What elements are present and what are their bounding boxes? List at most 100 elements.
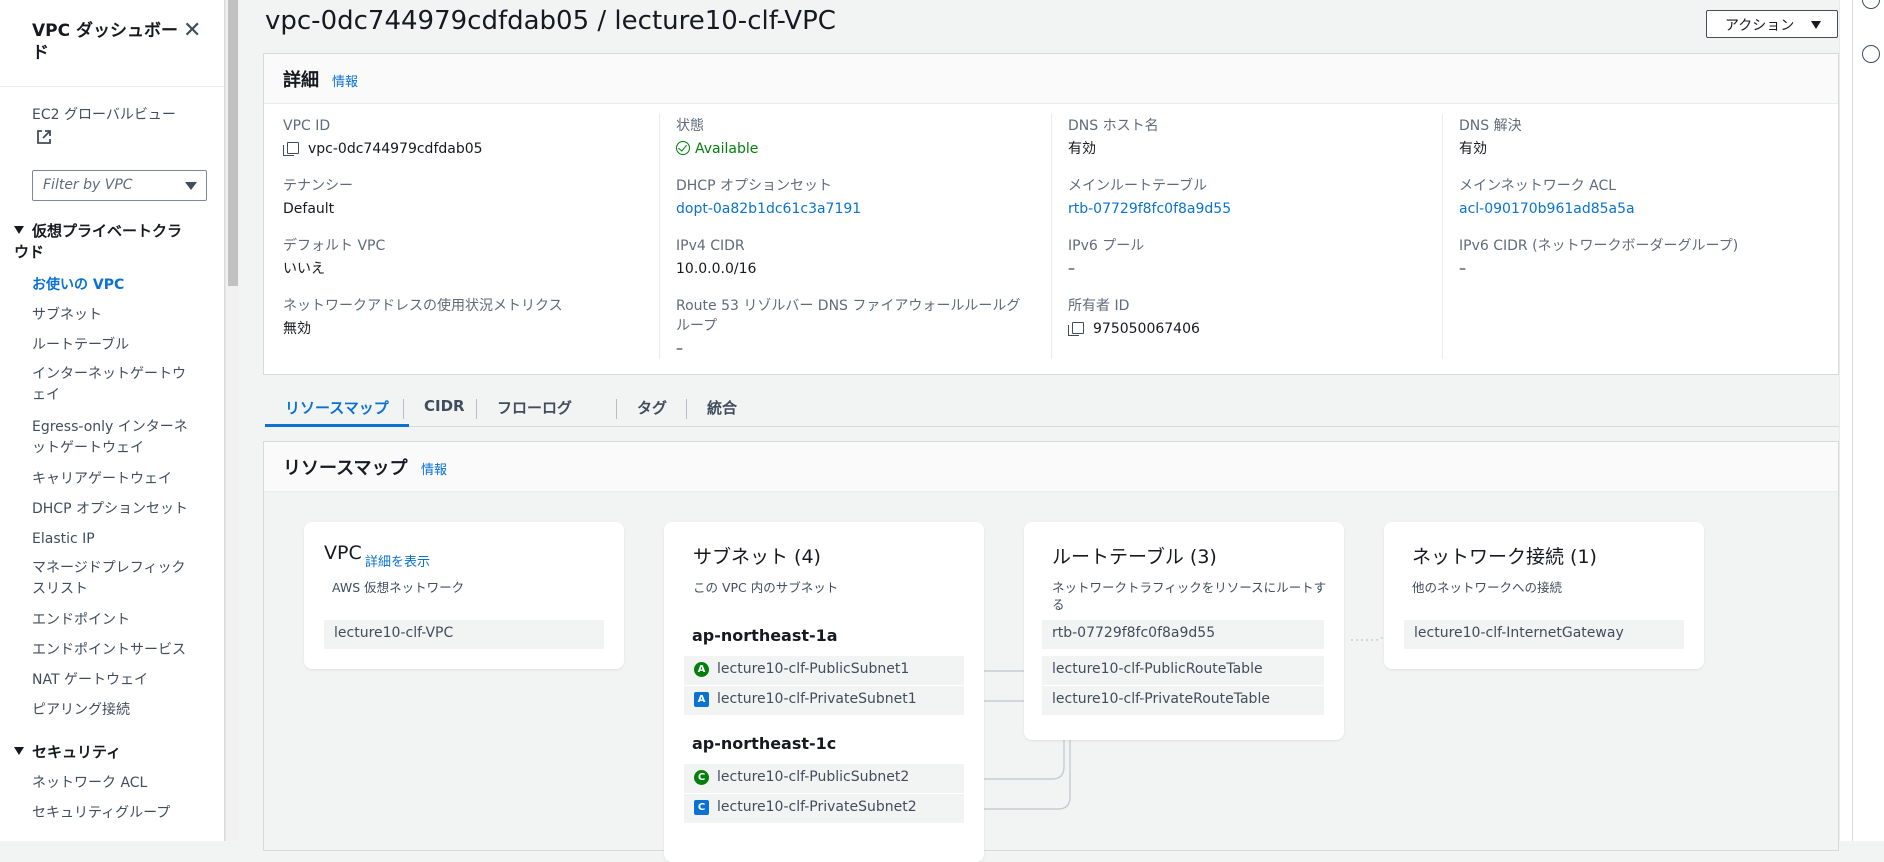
vpc-view-details-link[interactable]: 詳細を表示 xyxy=(365,551,430,570)
field-label: 状態 xyxy=(676,118,704,134)
sidebar-item-egress-only-igw[interactable]: Egress-only インターネットゲートウェイ xyxy=(32,417,192,459)
sidebar-item-elastic-ip[interactable]: Elastic IP xyxy=(32,529,192,550)
field-label: DHCP オプションセット xyxy=(676,178,832,194)
sidebar-item-subnets[interactable]: サブネット xyxy=(32,305,192,326)
tab-bar: リソースマップ CIDR フローログ タグ 統合 xyxy=(265,391,1839,427)
map-card-vpc: VPC 詳細を表示 AWS 仮想ネットワーク lecture10-clf-VPC xyxy=(304,522,624,669)
card-title-vpc: VPC xyxy=(324,542,362,564)
main-scrollbar[interactable] xyxy=(1839,0,1852,841)
copy-icon[interactable] xyxy=(1068,322,1084,336)
private-subnet-icon: C xyxy=(694,800,709,815)
tab-tags[interactable]: タグ xyxy=(617,391,687,427)
field-label: IPv6 プール xyxy=(1068,238,1145,254)
sidebar-item-dhcp-option-sets[interactable]: DHCP オプションセット xyxy=(32,499,192,520)
subnet-chip[interactable]: Clecture10-clf-PublicSubnet2 xyxy=(684,764,964,793)
field-value: 無効 xyxy=(283,321,311,337)
subnet-chip[interactable]: Clecture10-clf-PrivateSubnet2 xyxy=(684,794,964,823)
field-value: Default xyxy=(283,201,335,217)
map-card-route-tables: ルートテーブル (3) ネットワークトラフィックをリソースにルートする rtb-… xyxy=(1024,522,1344,740)
sidebar-scrollbar[interactable] xyxy=(225,0,239,841)
vpc-id-value: vpc-0dc744979cdfdab05 xyxy=(308,141,483,157)
field-dhcp-options: DHCP オプションセット dopt-0a82b1dc61c3a7191 xyxy=(676,176,1056,219)
field-label: メインルートテーブル xyxy=(1068,178,1208,194)
route-table-chip[interactable]: lecture10-clf-PublicRouteTable xyxy=(1042,656,1324,685)
field-value: – xyxy=(1459,261,1466,277)
card-subtitle-vpc: AWS 仮想ネットワーク xyxy=(332,580,465,595)
tab-integrations[interactable]: 統合 xyxy=(687,391,757,427)
field-label: VPC ID xyxy=(283,118,331,134)
sidebar-item-internet-gateways[interactable]: インターネットゲートウェイ xyxy=(32,364,192,406)
sidebar-item-endpoint-services[interactable]: エンドポイントサービス xyxy=(32,640,192,661)
vpc-filter-select[interactable]: Filter by VPC xyxy=(32,170,207,201)
internet-gateway-chip[interactable]: lecture10-clf-InternetGateway xyxy=(1404,620,1684,649)
subnet-name: lecture10-clf-PrivateSubnet1 xyxy=(717,691,917,707)
field-label: Route 53 リゾルバー DNS ファイアウォールルールグループ xyxy=(676,298,1021,334)
sidebar-item-your-vpcs[interactable]: お使いの VPC xyxy=(32,275,192,296)
vpc-filter-placeholder: Filter by VPC xyxy=(43,177,133,193)
map-card-network-connections: ネットワーク接続 (1) 他のネットワークへの接続 lecture10-clf-… xyxy=(1384,522,1704,669)
subnet-chip[interactable]: Alecture10-clf-PrivateSubnet1 xyxy=(684,686,964,715)
route-table-chip[interactable]: lecture10-clf-PrivateRouteTable xyxy=(1042,686,1324,715)
field-tenancy: テナンシー Default xyxy=(283,176,663,219)
subnet-chip[interactable]: Alecture10-clf-PublicSubnet1 xyxy=(684,656,964,685)
check-circle-icon xyxy=(676,141,690,155)
sidebar-item-peering-connections[interactable]: ピアリング接続 xyxy=(32,700,192,721)
field-label: DNS ホスト名 xyxy=(1068,118,1159,134)
tab-cidr[interactable]: CIDR xyxy=(404,391,485,427)
sidebar-divider xyxy=(0,86,224,87)
sidebar-title: VPC ダッシュボード xyxy=(32,21,179,63)
sidebar: VPC ダッシュボード ✕ EC2 グローバルビュー Filter by VPC… xyxy=(0,0,225,841)
field-value: 有効 xyxy=(1068,141,1096,157)
details-info-link[interactable]: 情報 xyxy=(332,71,358,90)
dhcp-options-link[interactable]: dopt-0a82b1dc61c3a7191 xyxy=(676,199,1056,219)
field-value: いいえ xyxy=(283,261,325,277)
public-subnet-icon: A xyxy=(694,662,709,677)
column-divider xyxy=(659,114,660,359)
settings-icon[interactable] xyxy=(1862,45,1880,63)
caret-down-icon xyxy=(14,226,24,234)
field-ipv4-cidr: IPv4 CIDR 10.0.0.0/16 xyxy=(676,236,1056,279)
section-vpc[interactable]: 仮想プライベートクラウド xyxy=(14,221,189,263)
sidebar-item-network-acls[interactable]: ネットワーク ACL xyxy=(32,773,192,794)
sidebar-item-security-groups[interactable]: セキュリティグループ xyxy=(32,803,192,824)
field-label: ネットワークアドレスの使用状況メトリクス xyxy=(283,298,563,314)
state-value: Available xyxy=(695,141,759,157)
column-divider xyxy=(1442,114,1443,359)
tab-resource-map[interactable]: リソースマップ xyxy=(265,391,409,427)
sidebar-item-route-tables[interactable]: ルートテーブル xyxy=(32,335,192,356)
map-card-subnets: サブネット (4) この VPC 内のサブネット ap-northeast-1a… xyxy=(664,522,984,862)
subnet-name: lecture10-clf-PublicSubnet1 xyxy=(717,661,910,677)
tab-flow-logs[interactable]: フローログ xyxy=(477,391,592,427)
vpc-chip[interactable]: lecture10-clf-VPC xyxy=(324,620,604,649)
caret-down-icon xyxy=(14,747,24,755)
sidebar-item-managed-prefix-lists[interactable]: マネージドプレフィックスリスト xyxy=(32,558,192,600)
main-route-table-link[interactable]: rtb-07729f8fc0f8a9d55 xyxy=(1068,199,1448,219)
subnet-name: lecture10-clf-PrivateSubnet2 xyxy=(717,799,917,815)
copy-icon[interactable] xyxy=(283,142,299,156)
sidebar-item-nat-gateways[interactable]: NAT ゲートウェイ xyxy=(32,670,192,691)
column-divider xyxy=(1051,114,1052,359)
field-dns-resolution: DNS 解決 有効 xyxy=(1459,116,1839,159)
utility-rail xyxy=(1852,0,1884,841)
sidebar-scrollbar-thumb[interactable] xyxy=(228,0,238,286)
field-owner-id: 所有者 ID 975050067406 xyxy=(1068,296,1448,339)
close-icon[interactable]: ✕ xyxy=(183,18,201,43)
route-table-chip[interactable]: rtb-07729f8fc0f8a9d55 xyxy=(1042,620,1324,649)
main-network-acl-link[interactable]: acl-090170b961ad85a5a xyxy=(1459,199,1839,219)
sidebar-item-carrier-gateways[interactable]: キャリアゲートウェイ xyxy=(32,469,192,490)
card-subtitle-route-tables: ネットワークトラフィックをリソースにルートする xyxy=(1052,580,1327,612)
field-label: 所有者 ID xyxy=(1068,298,1130,314)
sidebar-item-global-view[interactable]: EC2 グローバルビュー xyxy=(32,105,176,126)
details-header: 詳細 情報 xyxy=(264,54,1838,104)
card-title-route-tables: ルートテーブル (3) xyxy=(1052,546,1217,568)
sidebar-item-endpoints[interactable]: エンドポイント xyxy=(32,610,192,631)
field-label: IPv4 CIDR xyxy=(676,238,745,254)
actions-button[interactable]: アクション xyxy=(1706,10,1838,38)
info-icon[interactable] xyxy=(1862,0,1880,9)
external-link-icon[interactable] xyxy=(36,129,52,145)
section-security[interactable]: セキュリティ xyxy=(14,742,121,763)
field-value: Available xyxy=(676,139,1056,159)
field-value: – xyxy=(676,341,683,357)
public-subnet-icon: C xyxy=(694,770,709,785)
owner-id-value: 975050067406 xyxy=(1093,321,1200,337)
